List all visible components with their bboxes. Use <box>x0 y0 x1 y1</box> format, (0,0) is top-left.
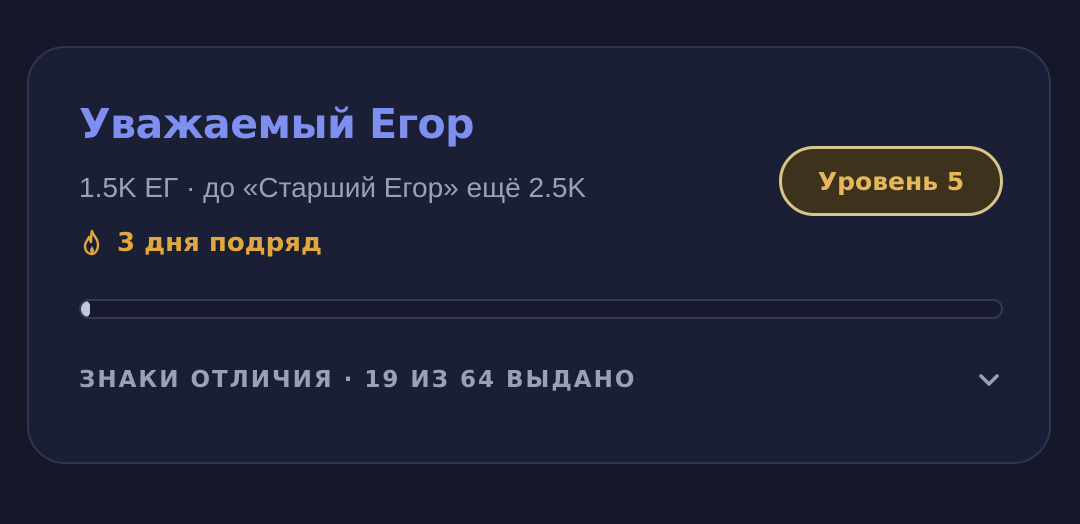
rank-card: Уважаемый Егор 1.5K ЕГ · до «Старший Его… <box>27 46 1051 464</box>
chevron-down-icon[interactable] <box>975 366 1003 394</box>
rank-progress-fill <box>81 301 91 317</box>
streak-indicator: 3 дня подряд <box>81 228 322 258</box>
badges-expander[interactable]: ЗНАКИ ОТЛИЧИЯ · 19 ИЗ 64 ВЫДАНО <box>79 358 1003 402</box>
badges-summary: ЗНАКИ ОТЛИЧИЯ · 19 ИЗ 64 ВЫДАНО <box>79 367 637 393</box>
rank-title: Уважаемый Егор <box>79 100 475 148</box>
rank-progress-subtitle: 1.5K ЕГ · до «Старший Егор» ещё 2.5K <box>79 172 587 203</box>
fire-icon <box>83 229 100 256</box>
rank-progress-bar <box>79 299 1003 319</box>
level-badge: Уровень 5 <box>779 146 1003 216</box>
streak-label: 3 дня подряд <box>117 228 322 258</box>
